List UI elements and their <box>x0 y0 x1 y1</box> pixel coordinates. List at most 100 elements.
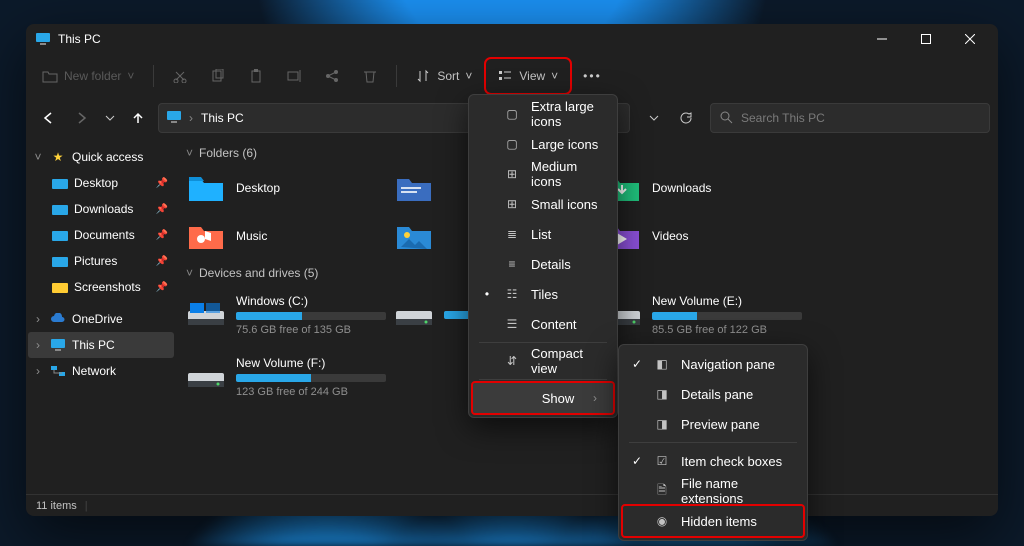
show-navigation-pane[interactable]: ✓◧Navigation pane <box>623 349 803 379</box>
sidebar-item-desktop[interactable]: Desktop 📌 <box>28 170 174 196</box>
titlebar: This PC <box>26 24 998 54</box>
view-menu-small-icons[interactable]: ⊞Small icons <box>473 189 613 219</box>
folder-name: Desktop <box>236 181 280 195</box>
up-button[interactable] <box>124 104 152 132</box>
preview-pane-icon: ◨ <box>653 417 671 431</box>
sidebar-item-screenshots[interactable]: Screenshots 📌 <box>28 274 174 300</box>
more-icon: ••• <box>583 69 602 83</box>
details-pane-icon: ◨ <box>653 387 671 401</box>
view-menu-list[interactable]: ≣List <box>473 219 613 249</box>
view-menu-details[interactable]: ≡Details <box>473 249 613 279</box>
chevron-right-icon: › <box>32 364 44 378</box>
status-item-count: 11 items <box>36 500 77 512</box>
view-menu-compact[interactable]: ⇵Compact view <box>473 346 613 376</box>
grid-icon: ▢ <box>503 137 521 151</box>
this-pc-icon <box>36 33 50 45</box>
drive-item[interactable]: New Volume (E:) 85.5 GB free of 122 GB <box>598 286 798 344</box>
view-icon <box>497 68 513 84</box>
folder-icon <box>52 227 68 243</box>
bullet-icon: • <box>481 287 493 301</box>
status-bar: 11 items | <box>26 494 998 516</box>
network-icon <box>50 363 66 379</box>
sidebar-item-documents[interactable]: Documents 📌 <box>28 222 174 248</box>
list-icon: ≣ <box>503 227 521 241</box>
sidebar-item-pictures[interactable]: Pictures 📌 <box>28 248 174 274</box>
sidebar-label: Network <box>72 364 116 378</box>
minimize-button[interactable] <box>860 24 904 54</box>
sidebar-network[interactable]: › Network <box>28 358 174 384</box>
sort-button[interactable]: Sort ˅ <box>407 60 481 92</box>
paste-button[interactable] <box>240 60 272 92</box>
copy-button[interactable] <box>202 60 234 92</box>
folder-icon <box>52 253 68 269</box>
view-menu-medium-icons[interactable]: ⊞Medium icons <box>473 159 613 189</box>
view-menu-show[interactable]: Show › <box>473 383 613 413</box>
chevron-right-icon: › <box>593 391 603 405</box>
rename-button[interactable] <box>278 60 310 92</box>
sidebar-item-downloads[interactable]: Downloads 📌 <box>28 196 174 222</box>
grid-icon: ⊞ <box>503 167 521 181</box>
pin-icon: 📌 <box>156 204 168 215</box>
folder-name: Downloads <box>652 181 711 195</box>
show-item-check-boxes[interactable]: ✓☑Item check boxes <box>623 446 803 476</box>
breadcrumb-root[interactable]: This PC <box>201 111 244 125</box>
sidebar-quick-access[interactable]: ˅ ★ Quick access <box>28 144 174 170</box>
forward-button[interactable] <box>68 104 96 132</box>
back-button[interactable] <box>34 104 62 132</box>
view-menu-tiles[interactable]: •☷Tiles <box>473 279 613 309</box>
folder-icon <box>52 279 68 295</box>
view-button[interactable]: View ˅ <box>487 60 569 92</box>
content-icon: ☰ <box>503 317 521 331</box>
cloud-icon <box>50 311 66 327</box>
view-menu-content[interactable]: ☰Content <box>473 309 613 339</box>
new-folder-label: New folder <box>64 69 121 83</box>
close-button[interactable] <box>948 24 992 54</box>
nav-pane-icon: ◧ <box>653 357 671 371</box>
pin-icon: 📌 <box>156 230 168 241</box>
check-icon: ✓ <box>631 357 643 371</box>
drive-item[interactable]: New Volume (F:) 123 GB free of 244 GB <box>182 348 382 406</box>
sidebar-onedrive[interactable]: › OneDrive <box>28 306 174 332</box>
chevron-down-icon: ˅ <box>465 69 473 83</box>
refresh-button[interactable] <box>672 104 700 132</box>
folder-icon <box>52 175 68 191</box>
address-dropdown-button[interactable] <box>640 104 668 132</box>
drive-free-text: 75.6 GB free of 135 GB <box>236 324 386 336</box>
copy-icon <box>210 68 226 84</box>
view-menu-large-icons[interactable]: ▢Large icons <box>473 129 613 159</box>
folder-item[interactable]: Desktop <box>182 166 382 210</box>
folder-item[interactable]: Downloads <box>598 166 798 210</box>
show-details-pane[interactable]: ◨Details pane <box>623 379 803 409</box>
search-box[interactable]: Search This PC <box>710 103 990 133</box>
chevron-down-icon: ˅ <box>551 69 559 83</box>
maximize-button[interactable] <box>904 24 948 54</box>
rename-icon <box>286 68 302 84</box>
eye-icon: ◉ <box>653 514 671 528</box>
new-folder-button[interactable]: New folder ˅ <box>34 60 143 92</box>
delete-button[interactable] <box>354 60 386 92</box>
recent-button[interactable] <box>102 104 118 132</box>
folder-item[interactable]: Videos <box>598 214 798 258</box>
folder-name: Videos <box>652 229 688 243</box>
pin-icon: 📌 <box>156 178 168 189</box>
more-button[interactable]: ••• <box>575 60 610 92</box>
chevron-right-icon: › <box>189 111 193 125</box>
show-preview-pane[interactable]: ◨Preview pane <box>623 409 803 439</box>
folder-item[interactable]: Music <box>182 214 382 258</box>
show-hidden-items[interactable]: ◉Hidden items <box>623 506 803 536</box>
drive-item[interactable]: Windows (C:) 75.6 GB free of 135 GB <box>182 286 382 344</box>
details-icon: ≡ <box>503 257 521 271</box>
view-menu-extra-large-icons[interactable]: ▢Extra large icons <box>473 99 613 129</box>
folder-icon <box>394 220 434 252</box>
drive-free-text: 123 GB free of 244 GB <box>236 386 386 398</box>
sidebar-this-pc[interactable]: › This PC <box>28 332 174 358</box>
new-folder-icon <box>42 68 58 84</box>
sidebar-item-label: Desktop <box>74 176 118 190</box>
share-button[interactable] <box>316 60 348 92</box>
show-file-extensions[interactable]: 🗎File name extensions <box>623 476 803 506</box>
search-icon <box>719 110 733 127</box>
window-title: This PC <box>58 32 860 46</box>
this-pc-icon <box>50 337 66 353</box>
drive-icon <box>186 299 226 331</box>
cut-button[interactable] <box>164 60 196 92</box>
